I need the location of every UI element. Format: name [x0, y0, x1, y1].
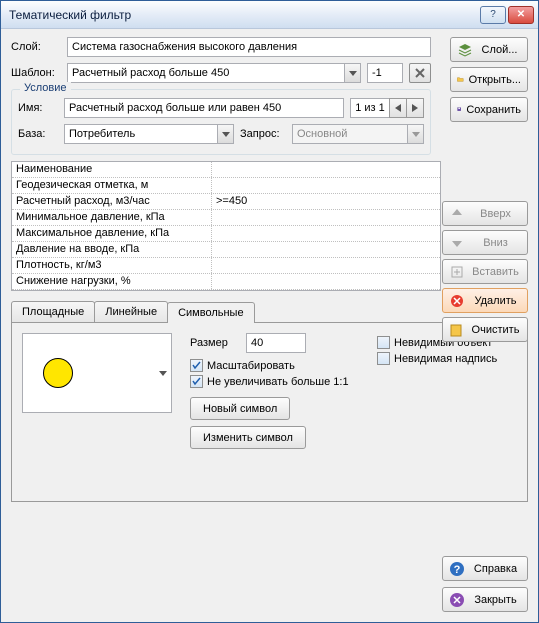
folder-open-icon	[457, 72, 464, 88]
table-row[interactable]: Наименование	[12, 162, 440, 178]
up-button[interactable]: Вверх	[442, 201, 528, 226]
clear-icon	[449, 322, 465, 338]
help-footer-button[interactable]: ?Справка	[442, 556, 528, 581]
condition-legend: Условие	[20, 82, 71, 94]
tab-line[interactable]: Линейные	[94, 301, 168, 322]
query-dropdown[interactable]: Основной	[292, 124, 424, 144]
noenlarge-checkbox[interactable]: Не увеличивать больше 1:1	[190, 375, 359, 388]
template-num[interactable]: -1	[367, 63, 403, 83]
scale-checkbox[interactable]: Масштабировать	[190, 359, 359, 372]
table-cell-key: Максимальное давление, кПа	[12, 226, 212, 241]
close-footer-button[interactable]: Закрыть	[442, 587, 528, 612]
insert-icon	[449, 264, 465, 280]
symbol-preview[interactable]	[22, 333, 172, 413]
size-field[interactable]: 40	[246, 333, 306, 353]
table-cell-key: Снижение нагрузки, %	[12, 274, 212, 289]
layers-icon	[457, 42, 473, 58]
chevron-down-icon[interactable]	[159, 367, 167, 379]
table-cell-key: Плотность, кг/м3	[12, 258, 212, 273]
layer-label: Слой:	[11, 41, 61, 53]
table-cell-value[interactable]	[212, 162, 440, 177]
table-cell-value[interactable]	[212, 274, 440, 289]
query-label: Запрос:	[240, 128, 286, 140]
dialog-thematic-filter: Тематический фильтр ? ✕ Слой... Открыть.…	[0, 0, 539, 623]
record-navigator: 1 из 1	[350, 98, 424, 118]
table-cell-value[interactable]	[212, 242, 440, 257]
down-button[interactable]: Вниз	[442, 230, 528, 255]
insert-button[interactable]: Вставить	[442, 259, 528, 284]
table-cell-value[interactable]	[212, 226, 440, 241]
tab-content: Размер 40 Масштабировать Не увеличивать …	[11, 322, 528, 502]
table-row[interactable]: Геодезическая отметка, м	[12, 178, 440, 194]
nav-next-button[interactable]	[406, 98, 424, 118]
clear-button[interactable]: Очистить	[442, 317, 528, 342]
table-row[interactable]: Минимальное давление, кПа	[12, 210, 440, 226]
table-cell-key: Геодезическая отметка, м	[12, 178, 212, 193]
window-title: Тематический фильтр	[9, 8, 480, 22]
invisible-label-checkbox[interactable]: Невидимая надпись	[377, 352, 517, 365]
base-label: База:	[18, 128, 58, 140]
chevron-down-icon[interactable]	[217, 125, 233, 143]
checkbox-icon	[377, 336, 390, 349]
table-row[interactable]: Расчетный расход, м3/час>=450	[12, 194, 440, 210]
delete-button[interactable]: Удалить	[442, 288, 528, 313]
table-cell-value[interactable]: >=450	[212, 194, 440, 209]
close-round-icon	[449, 592, 465, 608]
table-cell-key: Минимальное давление, кПа	[12, 210, 212, 225]
table-cell-key: Расчетный расход, м3/час	[12, 194, 212, 209]
help-button[interactable]: ?	[480, 6, 506, 24]
template-label: Шаблон:	[11, 67, 61, 79]
help-icon: ?	[449, 561, 465, 577]
nav-prev-button[interactable]	[389, 98, 407, 118]
table-cell-key: Наименование	[12, 162, 212, 177]
table-row[interactable]: Снижение нагрузки, %	[12, 274, 440, 290]
size-label: Размер	[190, 337, 240, 349]
close-icon[interactable]: ✕	[508, 6, 534, 24]
name-field[interactable]: Расчетный расход больше или равен 450	[64, 98, 344, 118]
checkbox-icon	[377, 352, 390, 365]
arrow-down-icon	[449, 235, 465, 251]
table-cell-key: Давление на вводе, кПа	[12, 242, 212, 257]
symbol-circle-icon	[43, 358, 73, 388]
nav-position: 1 из 1	[350, 98, 390, 118]
name-label: Имя:	[18, 102, 58, 114]
layer-button[interactable]: Слой...	[450, 37, 528, 62]
table-row[interactable]: Максимальное давление, кПа	[12, 226, 440, 242]
save-icon	[457, 102, 461, 118]
svg-text:?: ?	[454, 564, 461, 576]
table-cell-value[interactable]	[212, 258, 440, 273]
table-cell-value[interactable]	[212, 178, 440, 193]
new-symbol-button[interactable]: Новый символ	[190, 397, 290, 420]
chevron-down-icon[interactable]	[407, 125, 423, 143]
table-row[interactable]: Плотность, кг/м3	[12, 258, 440, 274]
base-dropdown[interactable]: Потребитель	[64, 124, 234, 144]
tab-symbol[interactable]: Символьные	[167, 302, 255, 323]
checkbox-icon	[190, 375, 203, 388]
save-button[interactable]: Сохранить	[450, 97, 528, 122]
layer-field[interactable]: Система газоснабжения высокого давления	[67, 37, 431, 57]
condition-table[interactable]: НаименованиеГеодезическая отметка, мРасч…	[11, 161, 441, 291]
checkbox-icon	[190, 359, 203, 372]
titlebar: Тематический фильтр ? ✕	[1, 1, 538, 29]
edit-symbol-button[interactable]: Изменить символ	[190, 426, 306, 449]
template-dropdown[interactable]: Расчетный расход больше 450	[67, 63, 361, 83]
clear-template-button[interactable]	[409, 63, 431, 83]
table-cell-value[interactable]	[212, 210, 440, 225]
table-row[interactable]: Давление на вводе, кПа	[12, 242, 440, 258]
chevron-down-icon[interactable]	[344, 64, 360, 82]
open-button[interactable]: Открыть...	[450, 67, 528, 92]
delete-icon	[449, 293, 465, 309]
tab-area[interactable]: Площадные	[11, 301, 95, 322]
arrow-up-icon	[449, 206, 465, 222]
